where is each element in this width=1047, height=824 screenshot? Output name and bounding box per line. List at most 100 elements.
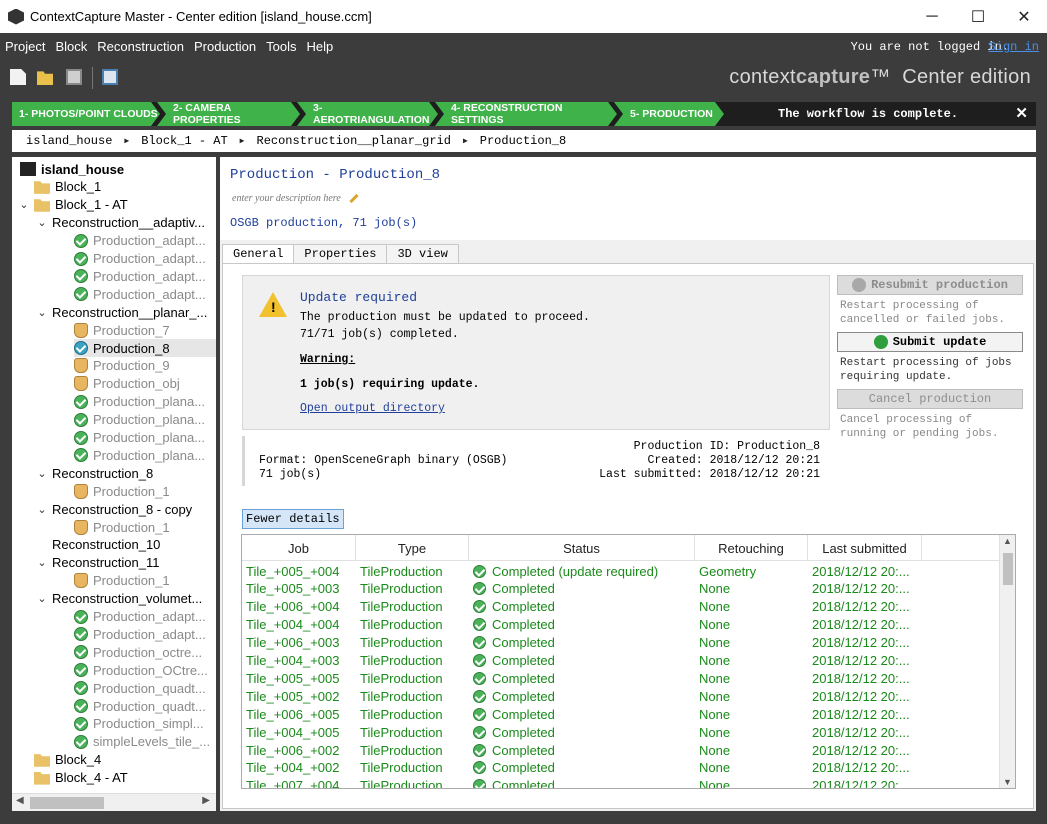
menu-block[interactable]: Block (50, 39, 92, 54)
column-header-status[interactable]: Status (469, 535, 695, 561)
tree-item[interactable]: ⌄ Reconstruction_8 (36, 464, 216, 482)
expand-chevron-icon[interactable]: ⌄ (18, 198, 30, 211)
scroll-thumb[interactable] (1003, 553, 1013, 585)
job-monitor-icon[interactable] (102, 69, 118, 85)
tree-horizontal-scrollbar[interactable]: ◀ ▶ (12, 793, 216, 811)
tree-item[interactable]: Production_8 (74, 339, 216, 357)
table-row[interactable]: Tile_+005_+005 TileProduction Completed Non… (242, 669, 1002, 687)
breadcrumb-item-production[interactable]: Production_8 (480, 134, 566, 148)
expand-chevron-icon[interactable]: ⌄ (36, 503, 48, 516)
expand-chevron-icon[interactable]: ⌄ (36, 216, 48, 229)
tree-item[interactable]: Reconstruction_10 (36, 536, 216, 554)
table-row[interactable]: Tile_+006_+005 TileProduction Completed Non… (242, 705, 1002, 723)
tree-item[interactable]: ⌄ Reconstruction__adaptiv... (36, 214, 216, 232)
sign-in-link[interactable]: Sign in (989, 40, 1039, 54)
close-window-button[interactable]: ✕ (1001, 0, 1047, 33)
table-row[interactable]: Tile_+004_+002 TileProduction Completed Non… (242, 759, 1002, 777)
table-row[interactable]: Tile_+006_+002 TileProduction Completed Non… (242, 741, 1002, 759)
breadcrumb-item-project[interactable]: island_house (26, 134, 112, 148)
tree-item[interactable]: Production_obj (74, 375, 216, 393)
submit-update-button[interactable]: Submit update (837, 332, 1023, 352)
tree-item[interactable]: Production_adapt... (74, 250, 216, 268)
tree-item[interactable]: Production_plana... (74, 393, 216, 411)
tree-item[interactable]: ⌄ Reconstruction_volumet... (36, 590, 216, 608)
tree-item[interactable]: Production_quadt... (74, 697, 216, 715)
menu-project[interactable]: Project (0, 39, 50, 54)
column-header-retouching[interactable]: Retouching (695, 535, 808, 561)
description-field[interactable]: enter your description here (232, 193, 359, 204)
column-header-last-submitted[interactable]: Last submitted (808, 535, 922, 561)
table-row[interactable]: Tile_+005_+004 TileProduction Completed (u… (242, 562, 1002, 580)
fewer-details-button[interactable]: Fewer details (242, 509, 344, 529)
tab-3d-view[interactable]: 3D view (386, 244, 459, 264)
expand-chevron-icon[interactable]: ⌄ (36, 556, 48, 569)
cancel-production-button[interactable]: Cancel production (837, 389, 1023, 409)
tab-properties[interactable]: Properties (293, 244, 388, 264)
table-row[interactable]: Tile_+004_+005 TileProduction Completed Non… (242, 723, 1002, 741)
table-row[interactable]: Tile_+006_+003 TileProduction Completed Non… (242, 634, 1002, 652)
new-project-icon[interactable] (10, 69, 26, 85)
tree-item[interactable]: Production_1 (74, 518, 216, 536)
scroll-down-icon[interactable]: ▼ (1003, 777, 1012, 787)
tree-item[interactable]: ⌄ Block_1 - AT (18, 196, 216, 214)
tree-item[interactable]: Production_plana... (74, 446, 216, 464)
tree-item[interactable]: Production_quadt... (74, 679, 216, 697)
tree-item[interactable]: Production_plana... (74, 411, 216, 429)
tree-item[interactable]: Block_4 - AT (18, 769, 216, 787)
table-row[interactable]: Tile_+005_+003 TileProduction Completed Non… (242, 580, 1002, 598)
scroll-thumb[interactable] (30, 797, 104, 809)
tree-item[interactable]: Production_1 (74, 482, 216, 500)
scroll-left-icon[interactable]: ◀ (16, 795, 24, 806)
maximize-button[interactable]: ☐ (955, 0, 1001, 33)
menu-help[interactable]: Help (302, 39, 339, 54)
open-folder-icon[interactable] (37, 71, 53, 85)
workflow-step-camera[interactable]: 2- CAMERA PROPERTIES (157, 102, 300, 126)
workflow-step-reconstruction[interactable]: 4- RECONSTRUCTION SETTINGS (435, 102, 617, 126)
tree-item[interactable]: simpleLevels_tile_... (74, 733, 216, 751)
workflow-step-production[interactable]: 5- PRODUCTION (614, 102, 724, 126)
expand-chevron-icon[interactable]: ⌄ (36, 467, 48, 480)
tree-item[interactable]: Production_adapt... (74, 285, 216, 303)
menu-tools[interactable]: Tools (261, 39, 301, 54)
table-row[interactable]: Tile_+007_+004 TileProduction Completed Non… (242, 777, 1002, 788)
workflow-step-aerotriangulation[interactable]: 3- AEROTRIANGULATION (297, 102, 438, 126)
table-row[interactable]: Tile_+004_+004 TileProduction Completed Non… (242, 616, 1002, 634)
tree-item[interactable]: Production_octre... (74, 643, 216, 661)
tree-item[interactable]: ⌄ Reconstruction_8 - copy (36, 500, 216, 518)
pencil-icon[interactable] (349, 194, 359, 204)
jobs-table[interactable]: Job Type Status Retouching Last submitte… (241, 534, 1016, 789)
project-tree[interactable]: Block_4 - AT Block_4 simpleLevels_tile_...… (12, 157, 216, 811)
breadcrumb-item-block[interactable]: Block_1 - AT (141, 134, 227, 148)
table-row[interactable]: Tile_+004_+003 TileProduction Completed Non… (242, 652, 1002, 670)
tab-general[interactable]: General (222, 244, 295, 264)
tree-item[interactable]: ⌄ Reconstruction__planar_... (36, 303, 216, 321)
column-header-type[interactable]: Type (356, 535, 469, 561)
open-output-directory-link[interactable]: Open output directory (300, 402, 445, 415)
scroll-right-icon[interactable]: ▶ (202, 795, 210, 806)
tree-item[interactable]: Production_simpl... (74, 715, 216, 733)
tree-item[interactable]: Production_adapt... (74, 232, 216, 250)
menu-reconstruction[interactable]: Reconstruction (92, 39, 189, 54)
tree-item[interactable]: Production_plana... (74, 429, 216, 447)
tree-item[interactable]: Production_7 (74, 321, 216, 339)
tree-item[interactable]: Production_9 (74, 357, 216, 375)
tree-item[interactable]: Block_1 (18, 178, 216, 196)
table-row[interactable]: Tile_+006_+004 TileProduction Completed Non… (242, 598, 1002, 616)
tree-item[interactable]: Production_adapt... (74, 625, 216, 643)
tree-item[interactable]: island_house (20, 160, 216, 178)
column-header-job[interactable]: Job (242, 535, 356, 561)
tree-item[interactable]: Production_adapt... (74, 267, 216, 285)
close-icon[interactable]: ✕ (1015, 104, 1028, 122)
tree-item[interactable]: ⌄ Reconstruction_11 (36, 554, 216, 572)
workflow-step-photos[interactable]: 1- PHOTOS/POINT CLOUDS (12, 102, 160, 126)
tree-item[interactable]: Production_adapt... (74, 608, 216, 626)
table-row[interactable]: Tile_+005_+002 TileProduction Completed Non… (242, 687, 1002, 705)
menu-production[interactable]: Production (189, 39, 261, 54)
minimize-button[interactable]: ─ (909, 0, 955, 33)
resubmit-production-button[interactable]: Resubmit production (837, 275, 1023, 295)
expand-chevron-icon[interactable]: ⌄ (36, 592, 48, 605)
tree-item[interactable]: Production_OCtre... (74, 661, 216, 679)
scroll-up-icon[interactable]: ▲ (1003, 536, 1012, 546)
tree-item[interactable]: Production_1 (74, 572, 216, 590)
tree-item[interactable]: Block_4 (18, 751, 216, 769)
